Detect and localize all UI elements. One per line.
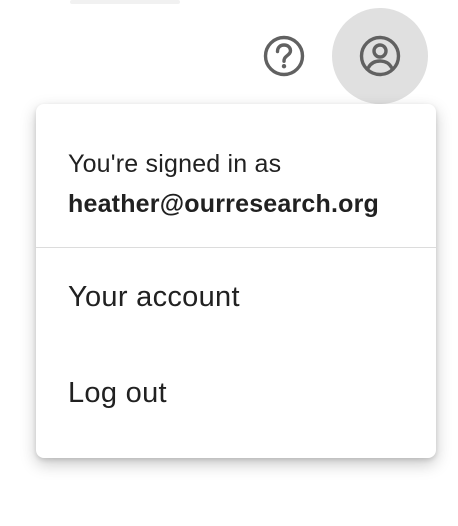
help-button[interactable] xyxy=(244,16,324,96)
signed-in-section: You're signed in as heather@ourresearch.… xyxy=(36,104,436,218)
help-icon xyxy=(263,35,305,77)
menu-divider xyxy=(36,247,436,248)
account-circle-icon xyxy=(359,35,401,77)
signed-in-email: heather@ourresearch.org xyxy=(68,190,380,218)
account-button[interactable] xyxy=(332,8,428,104)
log-out-menu-item[interactable]: Log out xyxy=(36,345,436,441)
signed-in-label: You're signed in as xyxy=(68,150,282,178)
account-menu: You're signed in as heather@ourresearch.… xyxy=(36,104,436,458)
your-account-menu-item[interactable]: Your account xyxy=(36,249,436,345)
background-bar xyxy=(70,0,180,4)
page: You're signed in as heather@ourresearch.… xyxy=(0,0,458,526)
